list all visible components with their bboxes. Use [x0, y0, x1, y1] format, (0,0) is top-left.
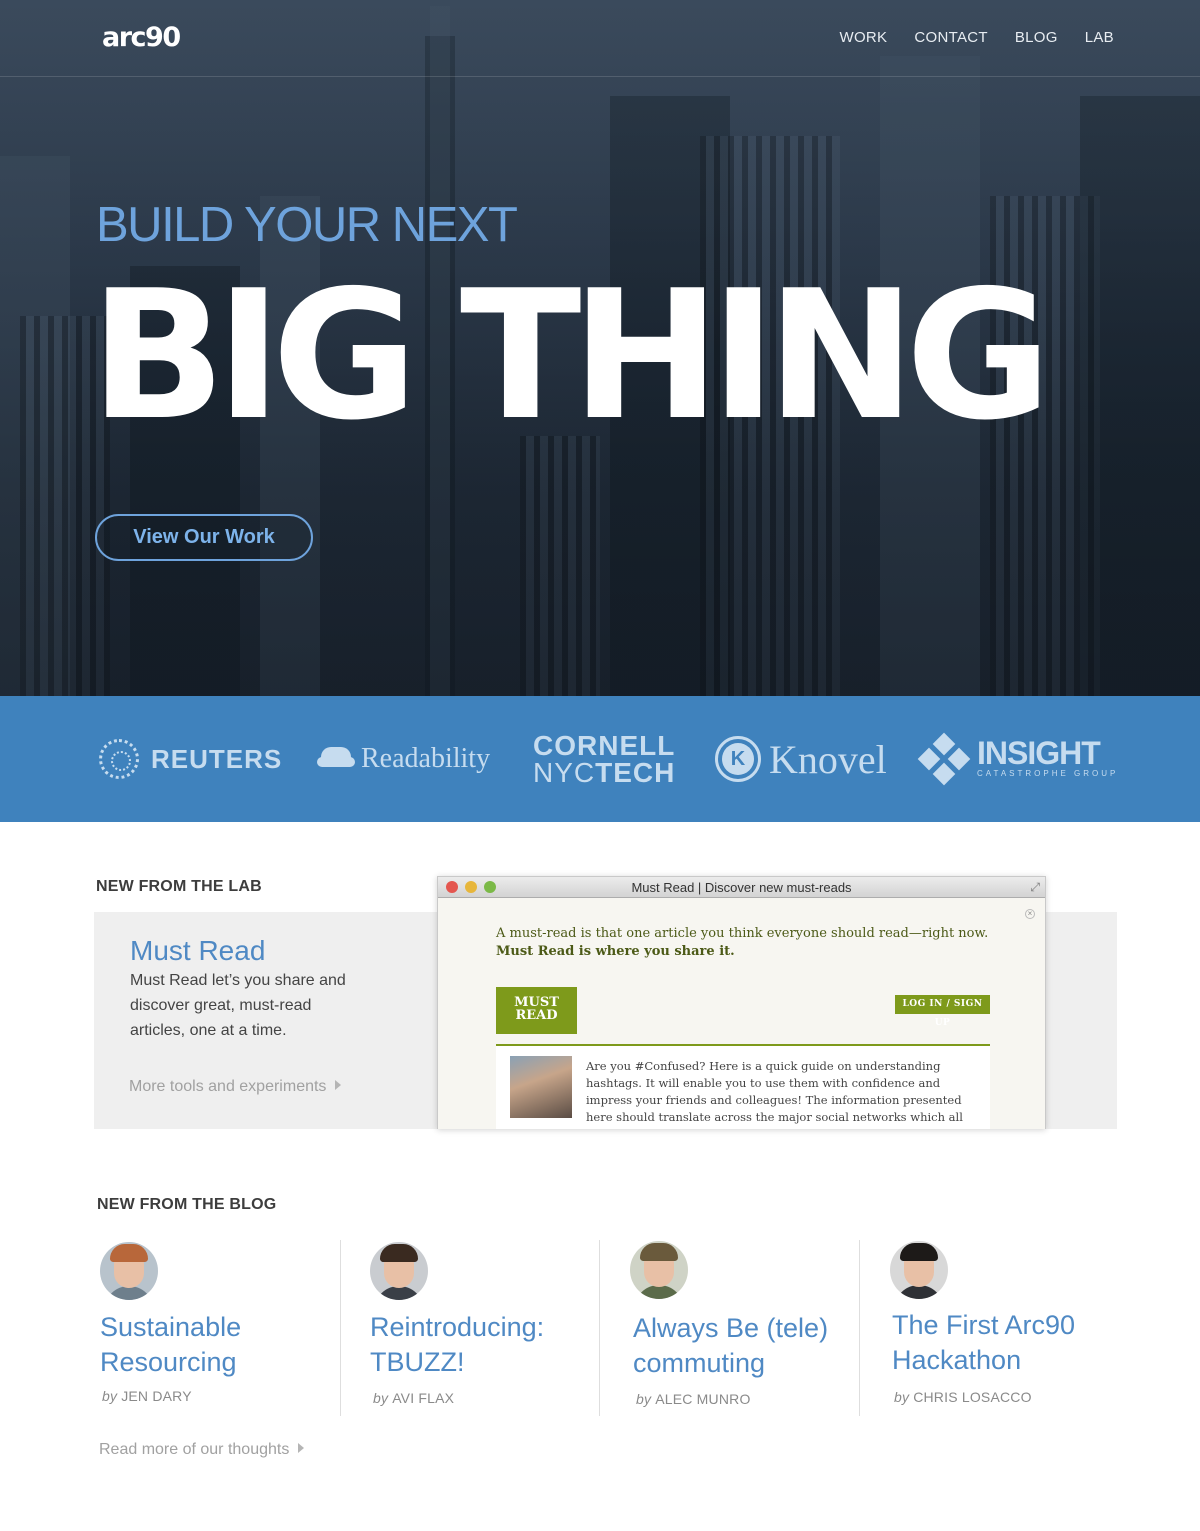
- arc90-logo[interactable]: arc90: [102, 22, 181, 54]
- blog-post-author: JEN DARY: [121, 1388, 192, 1404]
- window-titlebar: Must Read | Discover new must-reads ⤢: [438, 877, 1045, 898]
- cornell-nyc-tech-logo: CORNELL NYCTECH: [533, 696, 675, 822]
- blog-post-title[interactable]: Always Be (tele) commuting: [633, 1311, 828, 1381]
- dismiss-icon: ×: [1025, 909, 1035, 919]
- blog-post-title-line2: commuting: [633, 1348, 766, 1378]
- blog-post-title-line1: Sustainable: [100, 1312, 242, 1342]
- author-avatar[interactable]: [630, 1241, 688, 1299]
- insight-subtitle: CATASTROPHE GROUP: [977, 769, 1119, 778]
- must-read-intro-text: A must-read is that one article you thin…: [496, 926, 989, 941]
- blog-post-card: Sustainable Resourcing by JEN DARY: [99, 1240, 340, 1416]
- blog-post-title[interactable]: The First Arc90 Hackathon: [892, 1308, 1075, 1378]
- readability-wordmark: Readability: [361, 743, 491, 774]
- author-avatar[interactable]: [370, 1242, 428, 1300]
- nav-lab[interactable]: LAB: [1085, 29, 1114, 47]
- must-read-intro-bold: Must Read is where you share it.: [496, 944, 735, 959]
- blog-section-title: NEW FROM THE BLOG: [97, 1196, 277, 1213]
- article-author-photo: [510, 1056, 572, 1118]
- blog-post-author: AVI FLAX: [392, 1390, 455, 1406]
- must-read-screenshot[interactable]: Must Read | Discover new must-reads ⤢ × …: [437, 876, 1046, 1129]
- cornell-wordmark: CORNELL: [533, 730, 676, 761]
- client-logos-band: REUTERS Readability CORNELL NYCTECH K Kn…: [0, 696, 1200, 822]
- more-tools-label: More tools and experiments: [129, 1078, 327, 1095]
- nav-blog[interactable]: BLOG: [1015, 29, 1058, 47]
- blog-post-author: ALEC MUNRO: [655, 1391, 751, 1407]
- blog-post-byline: by JEN DARY: [102, 1388, 192, 1404]
- arrow-right-icon: [298, 1443, 305, 1453]
- pinwheel-icon: [917, 732, 971, 786]
- nav-contact[interactable]: CONTACT: [914, 29, 987, 47]
- login-signup-button: LOG IN / SIGN UP: [895, 995, 990, 1028]
- blog-post-title-line2: Resourcing: [100, 1347, 237, 1377]
- blog-post-title[interactable]: Sustainable Resourcing: [100, 1310, 241, 1380]
- author-avatar[interactable]: [890, 1241, 948, 1299]
- view-our-work-button[interactable]: View Our Work: [95, 514, 313, 561]
- byline-prefix: by: [102, 1388, 118, 1404]
- lab-section-title: NEW FROM THE LAB: [96, 878, 262, 895]
- hero: arc90 WORK CONTACT BLOG LAB BUILD YOUR N…: [0, 0, 1200, 696]
- must-read-logo: MUST READ: [496, 987, 577, 1034]
- fullscreen-icon: ⤢: [1030, 880, 1040, 894]
- nav-work[interactable]: WORK: [839, 29, 887, 47]
- blog-post-title-line2: TBUZZ!: [370, 1347, 465, 1377]
- readability-logo: Readability: [317, 696, 490, 822]
- knovel-k-letter: K: [722, 743, 754, 775]
- read-more-label: Read more of our thoughts: [99, 1441, 290, 1458]
- top-navbar: arc90 WORK CONTACT BLOG LAB: [0, 0, 1200, 77]
- byline-prefix: by: [636, 1391, 652, 1407]
- blog-post-byline: by ALEC MUNRO: [636, 1391, 751, 1407]
- article-excerpt: Are you #Confused? Here is a quick guide…: [586, 1059, 963, 1124]
- lab-project-title[interactable]: Must Read: [130, 933, 265, 969]
- reuters-icon: [99, 739, 139, 779]
- blog-post-card: The First Arc90 Hackathon by CHRIS LOSACC…: [859, 1240, 1119, 1416]
- blog-post-title[interactable]: Reintroducing: TBUZZ!: [370, 1310, 544, 1380]
- armchair-icon: [317, 747, 355, 771]
- must-read-logo-line2: READ: [515, 1008, 558, 1023]
- knovel-k-icon: K: [715, 736, 761, 782]
- blog-post-title-line1: Reintroducing:: [370, 1312, 545, 1342]
- byline-prefix: by: [894, 1389, 910, 1405]
- blog-post-title-line1: Always Be (tele): [633, 1313, 829, 1343]
- hero-headline: BIG THING: [90, 252, 1052, 459]
- insight-wordmark: INSIGHT: [977, 735, 1101, 771]
- read-more-thoughts-link[interactable]: Read more of our thoughts: [99, 1441, 305, 1459]
- tech-wordmark: TECH: [595, 757, 676, 788]
- reuters-wordmark: REUTERS: [151, 743, 283, 774]
- main-nav: WORK CONTACT BLOG LAB: [839, 29, 1114, 47]
- insight-logo: INSIGHT CATASTROPHE GROUP: [917, 696, 1119, 822]
- blog-post-title-line2: Hackathon: [892, 1345, 1022, 1375]
- hero-tagline: BUILD YOUR NEXT: [96, 198, 518, 252]
- nyc-wordmark: NYC: [533, 757, 596, 788]
- blog-post-card: Always Be (tele) commuting by ALEC MUNRO: [599, 1240, 859, 1416]
- more-tools-link[interactable]: More tools and experiments: [129, 1078, 342, 1096]
- blog-post-byline: by AVI FLAX: [373, 1390, 454, 1406]
- lab-project-description: Must Read let’s you share and discover g…: [130, 972, 346, 1039]
- must-read-intro: A must-read is that one article you thin…: [496, 925, 996, 961]
- blog-post-author: CHRIS LOSACCO: [913, 1389, 1032, 1405]
- blog-post-card: Reintroducing: TBUZZ! by AVI FLAX: [340, 1240, 599, 1416]
- window-title: Must Read | Discover new must-reads: [631, 880, 852, 895]
- knovel-logo: K Knovel: [715, 696, 887, 822]
- arrow-right-icon: [335, 1080, 342, 1090]
- must-read-article-card: Are you #Confused? Here is a quick guide…: [496, 1044, 990, 1129]
- byline-prefix: by: [373, 1390, 389, 1406]
- reuters-logo: REUTERS: [99, 696, 282, 822]
- blog-post-byline: by CHRIS LOSACCO: [894, 1389, 1032, 1405]
- blog-post-title-line1: The First Arc90: [892, 1310, 1076, 1340]
- knovel-wordmark: Knovel: [769, 736, 887, 782]
- author-avatar[interactable]: [100, 1242, 158, 1300]
